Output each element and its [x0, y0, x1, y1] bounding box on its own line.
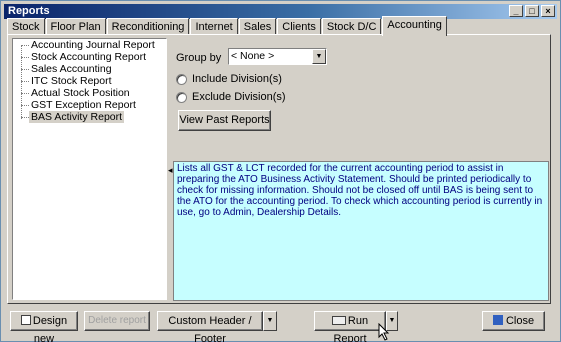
exclude-divisions-label: Exclude Division(s) [192, 91, 286, 103]
report-description: Lists all GST & LCT recorded for the cur… [173, 161, 549, 301]
list-item-actual-stock[interactable]: Actual Stock Position [29, 87, 132, 99]
list-item-itc-stock[interactable]: ITC Stock Report [29, 75, 114, 87]
group-by-label: Group by [176, 52, 222, 64]
group-by-select[interactable]: < None > ▼ [228, 48, 327, 65]
list-item-accounting-journal[interactable]: Accounting Journal Report [29, 39, 157, 51]
reports-window: Reports _ □ × Stock Floor Plan Reconditi… [0, 0, 561, 342]
exclude-divisions-radio[interactable]: Exclude Division(s) [176, 91, 286, 103]
list-item-stock-accounting[interactable]: Stock Accounting Report [29, 51, 148, 63]
radio-circle[interactable] [176, 91, 187, 103]
close-window-button[interactable]: × [541, 5, 555, 17]
design-new-button[interactable]: Design new [10, 311, 78, 342]
list-item-gst-exception[interactable]: GST Exception Report [29, 99, 138, 111]
chevron-down-icon[interactable]: ▼ [312, 49, 326, 64]
run-report-button[interactable]: Run Report [314, 311, 386, 342]
chevron-down-icon[interactable]: ▼ [263, 311, 277, 331]
report-tabs: Stock Floor Plan Reconditioning Internet… [7, 16, 448, 36]
close-door-icon [492, 315, 503, 325]
view-past-reports-button[interactable]: View Past Reports [178, 110, 271, 131]
group-by-value: < None > [231, 50, 275, 62]
include-divisions-label: Include Division(s) [192, 73, 282, 85]
accounting-panel: Accounting Journal Report Stock Accounti… [7, 34, 551, 304]
radio-circle[interactable] [176, 73, 187, 85]
tab-accounting[interactable]: Accounting [382, 16, 447, 36]
design-icon [20, 315, 31, 325]
printer-icon [331, 316, 346, 325]
delete-report-button[interactable]: Delete report [84, 311, 150, 331]
chevron-left-icon: ◂ [168, 165, 173, 175]
list-item-sales-accounting[interactable]: Sales Accounting [29, 63, 114, 75]
list-item-bas-activity[interactable]: BAS Activity Report [29, 111, 125, 123]
report-list[interactable]: Accounting Journal Report Stock Accounti… [12, 38, 167, 300]
custom-header-footer-button[interactable]: Custom Header / Footer [157, 311, 263, 342]
bottom-toolbar: Design new Delete report Custom Header /… [7, 308, 551, 342]
close-button[interactable]: Close [482, 311, 545, 331]
include-divisions-radio[interactable]: Include Division(s) [176, 73, 282, 85]
minimize-button[interactable]: _ [509, 5, 523, 17]
maximize-button[interactable]: □ [525, 5, 539, 17]
mouse-cursor-icon [378, 323, 390, 341]
